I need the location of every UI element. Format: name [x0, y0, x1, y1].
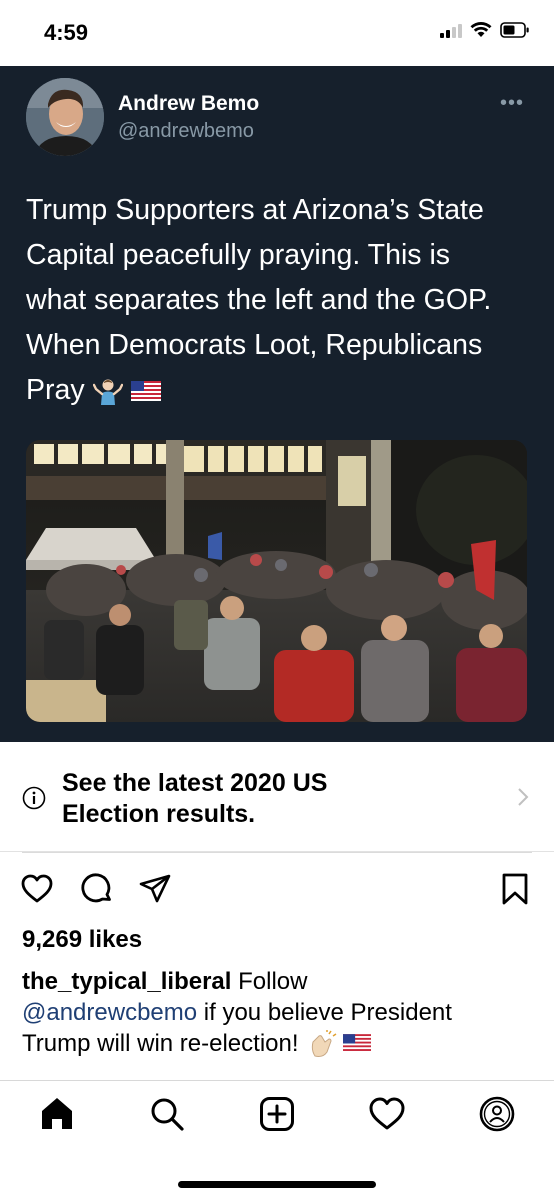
- chevron-right-icon: [518, 788, 529, 806]
- caption: the_typical_liberal Follow @andrewcbemo …: [22, 966, 532, 1059]
- profile-icon[interactable]: [478, 1095, 516, 1133]
- tweet-card: Andrew Bemo @andrewbemo ••• Trump Suppor…: [0, 66, 554, 742]
- activity-heart-icon[interactable]: [368, 1095, 406, 1133]
- caption-line2: @andrewcbemo if you believe President: [22, 997, 532, 1028]
- status-time: 4:59: [44, 20, 89, 45]
- caption-line1: the_typical_liberal Follow: [22, 966, 532, 997]
- status-icons: [440, 22, 530, 38]
- heart-icon[interactable]: [20, 872, 54, 906]
- battery-icon: [500, 22, 529, 38]
- election-banner[interactable]: See the latest 2020 US Election results.: [0, 742, 554, 852]
- bookmark-icon[interactable]: [498, 872, 532, 906]
- search-icon[interactable]: [148, 1095, 186, 1133]
- us-flag-emoji: [130, 380, 161, 401]
- clapping-hands-emoji: [312, 1029, 337, 1057]
- election-text: See the latest 2020 US Election results.: [62, 768, 327, 830]
- tweet-text-line: Pray: [26, 368, 526, 413]
- tweet-photo[interactable]: [26, 440, 527, 722]
- likes-count[interactable]: 9,269 likes: [22, 926, 142, 954]
- person-shrugging-emoji: [92, 379, 123, 405]
- tweet-text-line: Capital peacefully praying. This is: [26, 239, 451, 271]
- caption-follow: Follow: [231, 968, 308, 995]
- author-name[interactable]: Andrew Bemo: [118, 92, 259, 116]
- bottom-nav: [0, 1080, 554, 1200]
- caption-mention[interactable]: @andrewcbemo: [22, 999, 197, 1026]
- post-actions: [0, 870, 554, 910]
- new-post-icon[interactable]: [258, 1095, 296, 1133]
- tweet-text-line: Trump Supporters at Arizona’s State: [26, 194, 484, 226]
- author-handle[interactable]: @andrewbemo: [118, 120, 254, 143]
- tweet-text-line: what separates the left and the GOP.: [26, 284, 492, 316]
- avatar: [26, 78, 104, 156]
- tweet-text: Trump Supporters at Arizona’s State Capi…: [26, 188, 526, 413]
- election-text-line2: Election results.: [62, 800, 256, 828]
- status-bar: 4:59: [0, 0, 554, 66]
- caption-username[interactable]: the_typical_liberal: [22, 968, 231, 995]
- caption-text: if you believe President: [197, 999, 452, 1026]
- us-flag-emoji: [343, 1034, 372, 1053]
- share-icon[interactable]: [138, 872, 172, 906]
- tweet-text-line: When Democrats Loot, Republicans: [26, 329, 483, 361]
- home-icon[interactable]: [38, 1095, 76, 1133]
- election-text-line1: See the latest 2020 US: [62, 769, 328, 797]
- tweet-text-last: Pray: [26, 374, 85, 406]
- comment-icon[interactable]: [80, 872, 114, 906]
- divider: [22, 852, 532, 853]
- more-dots-icon[interactable]: •••: [500, 92, 524, 115]
- wifi-icon: [470, 22, 492, 37]
- cellular-signal-icon: [440, 22, 462, 38]
- caption-line3: Trump will win re-election!: [22, 1028, 532, 1059]
- home-indicator: [178, 1181, 376, 1188]
- info-icon: [22, 786, 46, 810]
- caption-text: Trump will win re-election!: [22, 1030, 306, 1057]
